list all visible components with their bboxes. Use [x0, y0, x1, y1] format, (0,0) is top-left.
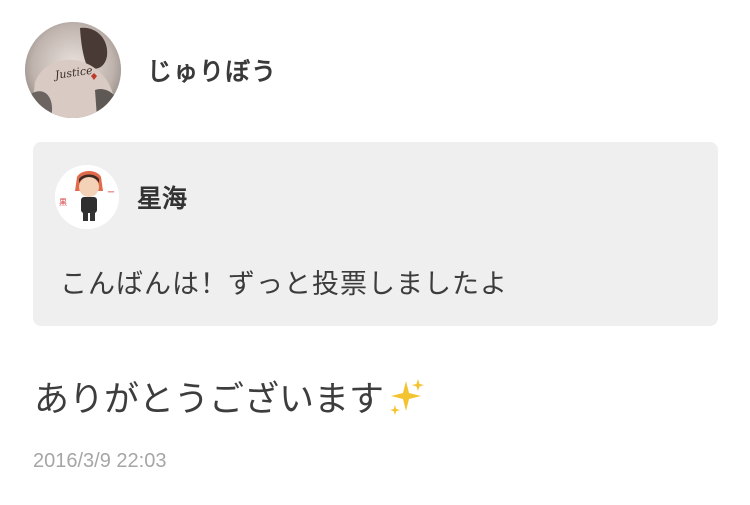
anime-character-avatar-icon: 黒 ー: [55, 165, 119, 229]
comment-text: ありがとうございます: [34, 380, 385, 420]
comment-body: ありがとうございます: [34, 371, 426, 422]
quoted-user-avatar[interactable]: 黒 ー: [55, 165, 119, 229]
comment-timestamp: 2016/3/9 22:03: [33, 450, 167, 472]
svg-text:ー: ー: [107, 188, 115, 197]
quoted-comment: 黒 ー 星海 こんばんは！ずっと投票しましたよ: [33, 142, 718, 326]
svg-text:黒: 黒: [59, 198, 67, 207]
comment-header: Justice じゅりぼう: [25, 22, 277, 118]
username[interactable]: じゅりぼう: [147, 52, 277, 88]
quoted-username[interactable]: 星海: [137, 179, 187, 215]
sparkles-icon: [386, 377, 426, 417]
user-avatar-photo-icon: Justice: [25, 22, 121, 118]
quoted-comment-header: 黒 ー 星海: [55, 165, 187, 229]
quoted-comment-text: こんばんは！ずっと投票しましたよ: [60, 269, 508, 300]
user-avatar[interactable]: Justice: [25, 22, 121, 118]
